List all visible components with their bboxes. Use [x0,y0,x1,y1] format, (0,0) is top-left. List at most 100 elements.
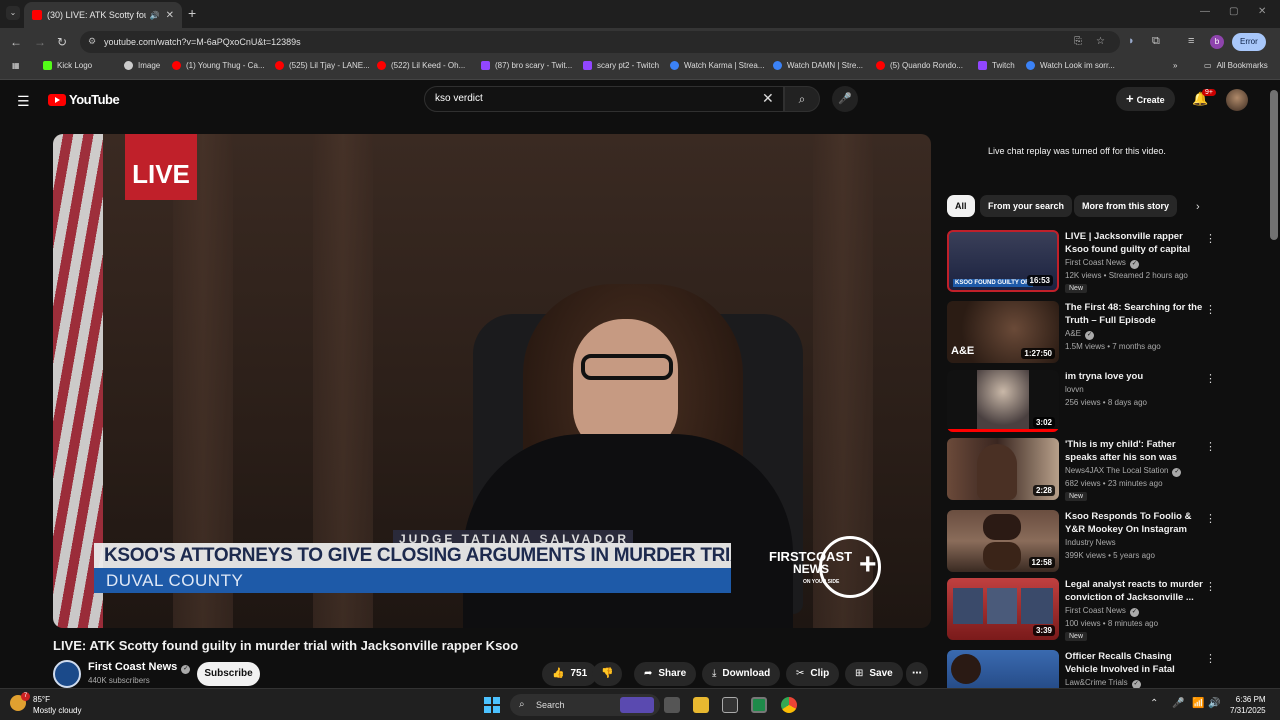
save-button[interactable]: ⊞ Save [845,662,903,686]
more-vertical-icon[interactable]: ⋮ [1205,232,1216,245]
bookmark-item[interactable]: (1) Young Thug - Ca... [172,61,265,70]
rec-channel[interactable]: News4JAX The Local Station ✓ [1065,466,1182,477]
site-info-icon[interactable]: ⚙ [88,36,96,47]
rec-title[interactable]: Ksoo Responds To Foolio & Y&R Mookey On … [1065,510,1205,536]
bookmark-item[interactable]: (525) Lil Tjay - LANE... [275,61,370,70]
bookmark-item[interactable]: (5) Quando Rondo... [876,61,963,70]
video-thumbnail[interactable]: 3:02 [947,370,1059,432]
video-thumbnail[interactable]: 3:39 [947,578,1059,640]
more-vertical-icon[interactable]: ⋮ [1205,440,1216,453]
recommended-video[interactable]: 3:39 Legal analyst reacts to murder conv… [947,578,1222,642]
rec-title[interactable]: Officer Recalls Chasing Vehicle Involved… [1065,650,1205,676]
recommended-video[interactable]: Officer Recalls Chasing Vehicle Involved… [947,650,1222,688]
mic-icon[interactable]: 🎤 [1172,698,1184,709]
system-clock[interactable]: 6:36 PM 7/31/2025 [1230,694,1266,716]
file-explorer-icon[interactable] [693,697,709,713]
video-player[interactable]: LIVE JUDGE TATIANA SALVADOR KSOO'S ATTOR… [53,134,931,628]
bookmark-item[interactable]: Watch DAMN | Stre... [773,61,863,70]
close-tab-icon[interactable]: ✕ [166,10,174,21]
rec-title[interactable]: 'This is my child': Father speaks after … [1065,438,1205,464]
channel-avatar[interactable] [53,660,81,688]
more-actions-button[interactable]: ⋯ [906,662,928,686]
wifi-icon[interactable]: 📶 [1192,698,1204,709]
start-button[interactable] [484,697,500,713]
extension-icon[interactable]: ◗ [1128,35,1135,47]
search-input[interactable]: kso verdict [424,86,784,112]
minimize-icon[interactable]: — [1200,6,1210,17]
app-icon[interactable] [722,697,738,713]
puzzle-icon[interactable]: ⧉ [1152,35,1160,48]
account-avatar[interactable] [1226,89,1248,111]
bookmark-star-icon[interactable]: ☆ [1096,36,1105,47]
forward-icon[interactable]: → [34,35,46,49]
share-button[interactable]: ➦ Share [634,662,697,686]
apps-grid-icon[interactable]: ▦ [12,61,20,70]
rec-channel[interactable]: First Coast News ✓ [1065,606,1139,617]
search-button[interactable]: ⌕ [784,86,820,112]
page-scrollbar[interactable] [1270,90,1278,240]
more-vertical-icon[interactable]: ⋮ [1205,652,1216,665]
reading-list-icon[interactable]: ≡ [1188,35,1194,47]
back-icon[interactable]: ← [10,35,22,49]
bookmark-item[interactable]: Twitch [978,61,1015,70]
more-vertical-icon[interactable]: ⋮ [1205,303,1216,316]
rec-title[interactable]: LIVE | Jacksonville rapper Ksoo found gu… [1065,230,1205,256]
channel-name[interactable]: First Coast News ✓ [88,661,191,674]
more-bookmarks-icon[interactable]: » [1173,61,1177,70]
recommended-video[interactable]: 3:02 im tryna love you lovvn 256 views •… [947,370,1222,434]
reload-icon[interactable]: ↻ [57,35,67,49]
video-thumbnail[interactable]: KSOO FOUND GUILTY OF M 16:53 [947,230,1059,292]
new-tab-icon[interactable]: + [188,5,196,21]
profile-avatar[interactable]: b [1210,35,1224,49]
chip-from-your-search[interactable]: From your search [980,195,1073,217]
voice-search-button[interactable]: 🎤 [832,86,858,112]
install-icon[interactable]: ⎘ [1074,36,1082,47]
error-button[interactable]: Error [1232,33,1266,51]
close-window-icon[interactable]: ✕ [1258,6,1266,17]
bookmark-item[interactable]: Watch Look im sorr... [1026,61,1115,70]
video-thumbnail[interactable]: A&E 1:27:50 [947,301,1059,363]
youtube-logo[interactable]: YouTube [48,92,120,107]
weather-widget[interactable]: 7 85°F Mostly cloudy [10,692,81,716]
like-button[interactable]: 👍 751 [542,662,598,686]
video-thumbnail[interactable]: 2:28 [947,438,1059,500]
chip-more-from-story[interactable]: More from this story [1074,195,1178,217]
speaker-icon[interactable]: 🔊 [150,11,160,20]
restore-icon[interactable]: ▢ [1229,6,1238,17]
rec-channel[interactable]: Law&Crime Trials ✓ [1065,678,1141,688]
recommended-video[interactable]: 12:58 Ksoo Responds To Foolio & Y&R Mook… [947,510,1222,574]
app-icon[interactable] [751,697,767,713]
bookmark-item[interactable]: Kick Logo [43,61,92,70]
rec-title[interactable]: Legal analyst reacts to murder convictio… [1065,578,1205,604]
tray-overflow-icon[interactable]: ⌃ [1150,698,1158,709]
clip-button[interactable]: ✂ Clip [786,662,840,686]
bookmark-item[interactable]: scary pt2 - Twitch [583,61,659,70]
search-highlight-icon[interactable] [620,697,654,713]
bookmark-item[interactable]: (87) bro scary - Twit... [481,61,572,70]
chip-all[interactable]: All [947,195,975,217]
bookmark-item[interactable]: Image [124,61,160,70]
create-button[interactable]: + Create [1116,87,1175,111]
chrome-icon[interactable] [781,697,797,713]
rec-channel[interactable]: First Coast News ✓ [1065,258,1139,269]
bookmark-item[interactable]: (522) Lil Keed - Oh... [377,61,465,70]
rec-title[interactable]: The First 48: Searching for the Truth – … [1065,301,1205,327]
tab-search-icon[interactable]: ⌄ [6,6,20,20]
volume-icon[interactable]: 🔊 [1208,698,1220,709]
recommended-video[interactable]: KSOO FOUND GUILTY OF M 16:53 LIVE | Jack… [947,230,1222,294]
browser-tab-active[interactable]: (30) LIVE: ATK Scotty found 🔊 ✕ [24,2,182,28]
all-bookmarks[interactable]: ▭ All Bookmarks [1204,61,1268,70]
rec-channel[interactable]: A&E ✓ [1065,329,1095,340]
clear-search-icon[interactable]: ✕ [762,90,774,107]
chevron-right-icon[interactable]: › [1196,201,1200,213]
menu-icon[interactable]: ☰ [17,93,30,110]
more-vertical-icon[interactable]: ⋮ [1205,512,1216,525]
dislike-button[interactable]: 👎 [592,662,623,686]
bookmark-item[interactable]: Watch Karma | Strea... [670,61,764,70]
video-thumbnail[interactable] [947,650,1059,688]
task-view-icon[interactable] [664,697,680,713]
recommended-video[interactable]: A&E 1:27:50 The First 48: Searching for … [947,301,1222,365]
rec-channel[interactable]: Industry News [1065,538,1116,547]
more-vertical-icon[interactable]: ⋮ [1205,580,1216,593]
recommended-video[interactable]: 2:28 'This is my child': Father speaks a… [947,438,1222,502]
